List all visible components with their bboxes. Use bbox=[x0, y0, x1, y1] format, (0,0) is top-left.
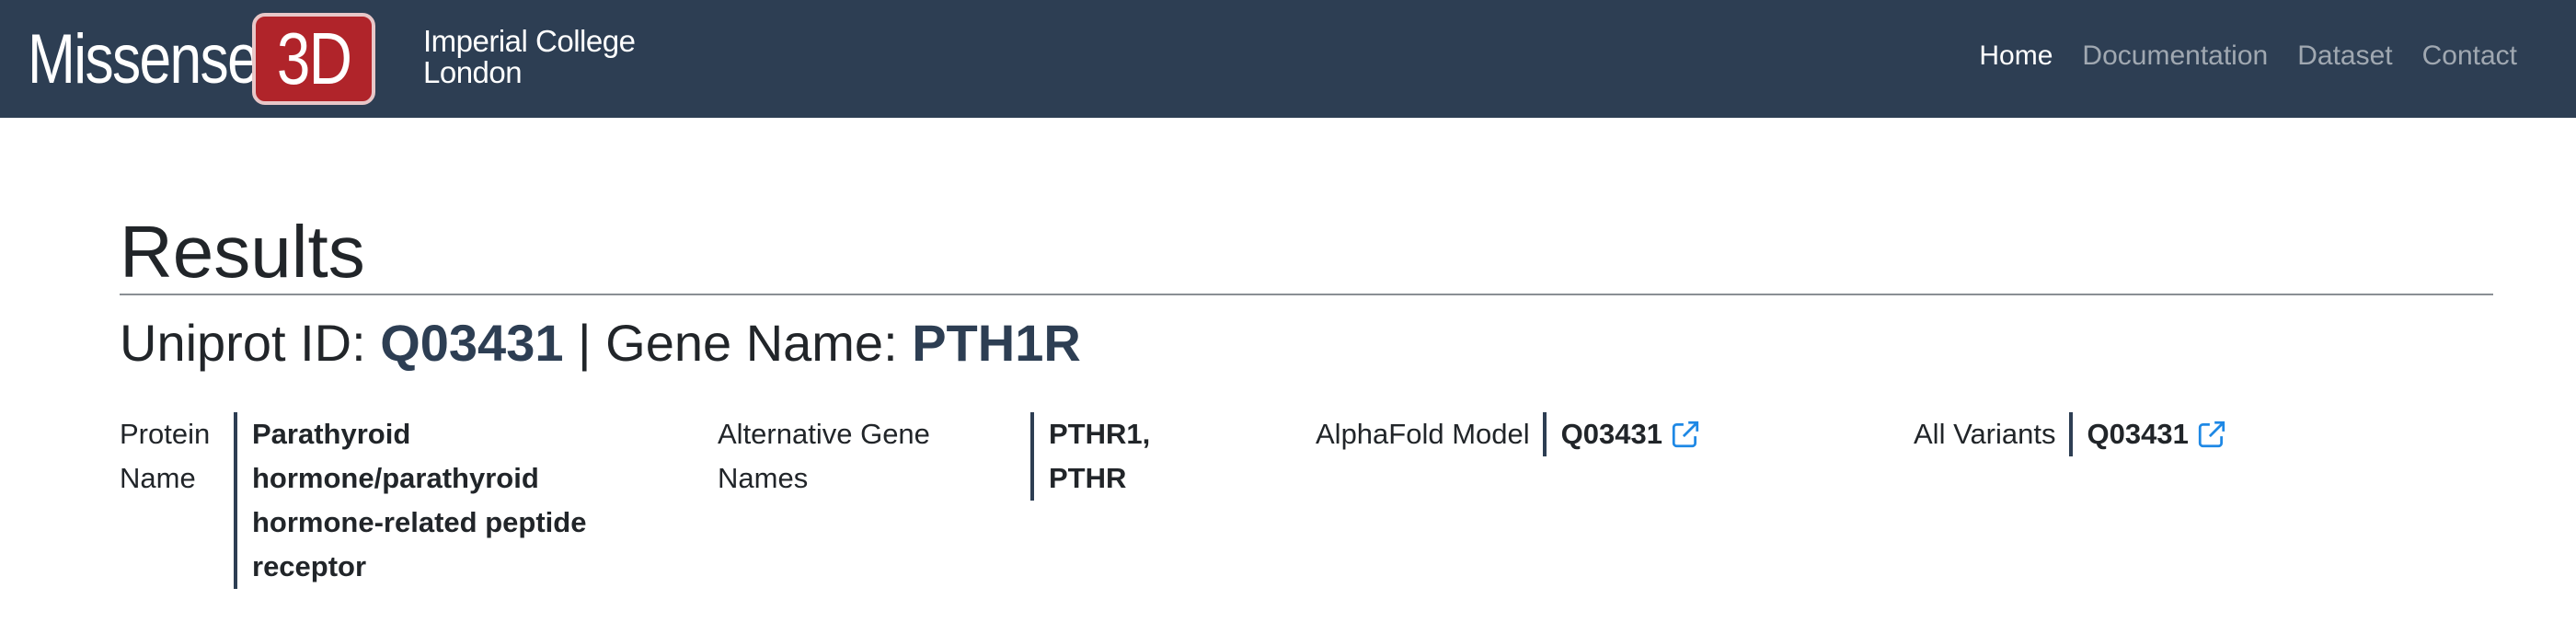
protein-name-label-line1: Protein bbox=[120, 418, 211, 450]
all-variants-label: All Variants bbox=[1914, 418, 2056, 450]
imperial-logo-line1: Imperial College bbox=[423, 24, 636, 58]
all-variants-item: All Variants Q03431 bbox=[1914, 412, 2227, 456]
protein-name-label-line2: Name bbox=[120, 462, 196, 494]
nav-dataset-link[interactable]: Dataset bbox=[2283, 37, 2407, 75]
gene-name-value: PTH1R bbox=[912, 314, 1081, 372]
uniprot-id-value: Q03431 bbox=[380, 314, 564, 372]
alt-gene-label-line1: Alternative Gene bbox=[718, 418, 930, 450]
title-divider bbox=[120, 294, 2493, 295]
nav-documentation-link[interactable]: Documentation bbox=[2067, 37, 2283, 75]
logo-wordmark: Missense bbox=[28, 19, 259, 98]
imperial-logo-line2: London bbox=[423, 55, 523, 89]
logo-3d-text: 3D bbox=[276, 17, 352, 99]
nav-home-link[interactable]: Home bbox=[1964, 37, 2067, 75]
alt-gene-line2: PTHR bbox=[1049, 462, 1127, 494]
subtitle-gene-label: | Gene Name: bbox=[563, 314, 913, 372]
protein-name-label: Protein Name bbox=[120, 412, 234, 501]
alphafold-model-id: Q03431 bbox=[1560, 418, 1662, 450]
alphafold-model-link[interactable]: Q03431 bbox=[1561, 412, 1701, 456]
protein-name-value: Parathyroid hormone/parathyroid hormone-… bbox=[234, 412, 620, 589]
alt-gene-names-value: PTHR1, PTHR bbox=[1030, 412, 1214, 501]
alt-gene-label-line2: Names bbox=[718, 462, 809, 494]
page-title: Results bbox=[120, 211, 365, 293]
missense3d-logo[interactable]: Missense 3D bbox=[28, 13, 375, 105]
alt-gene-names-item: Alternative Gene Names PTHR1, PTHR bbox=[718, 412, 1214, 501]
alt-gene-line1: PTHR1, bbox=[1049, 418, 1151, 450]
protein-name-line2: hormone/parathyroid bbox=[252, 462, 539, 494]
protein-name-line1: Parathyroid bbox=[252, 418, 411, 450]
protein-name-line3: hormone-related peptide bbox=[252, 506, 587, 538]
top-navbar: Missense 3D Imperial College London Home… bbox=[0, 0, 2576, 118]
protein-name-line4: receptor bbox=[252, 550, 367, 582]
all-variants-value: Q03431 bbox=[2068, 412, 2227, 456]
nav-contact-link[interactable]: Contact bbox=[2408, 37, 2532, 75]
external-link-icon bbox=[1672, 421, 1699, 448]
main-nav: Home Documentation Dataset Contact bbox=[1964, 37, 2532, 75]
subtitle-uniprot-label: Uniprot ID: bbox=[120, 314, 381, 372]
imperial-college-logo[interactable]: Imperial College London bbox=[423, 24, 636, 89]
all-variants-link[interactable]: Q03431 bbox=[2087, 412, 2227, 456]
alphafold-model-value: Q03431 bbox=[1542, 412, 1701, 456]
alphafold-model-item: AlphaFold Model Q03431 bbox=[1316, 412, 1701, 456]
alt-gene-names-label: Alternative Gene Names bbox=[718, 412, 1030, 501]
logo-3d-badge: 3D bbox=[252, 13, 375, 105]
protein-name-item: Protein Name Parathyroid hormone/parathy… bbox=[120, 412, 620, 589]
alphafold-model-label: AlphaFold Model bbox=[1316, 418, 1530, 450]
results-subtitle: Uniprot ID: Q03431 | Gene Name: PTH1R bbox=[120, 313, 1081, 374]
all-variants-id: Q03431 bbox=[2087, 418, 2189, 450]
external-link-icon bbox=[2198, 421, 2225, 448]
